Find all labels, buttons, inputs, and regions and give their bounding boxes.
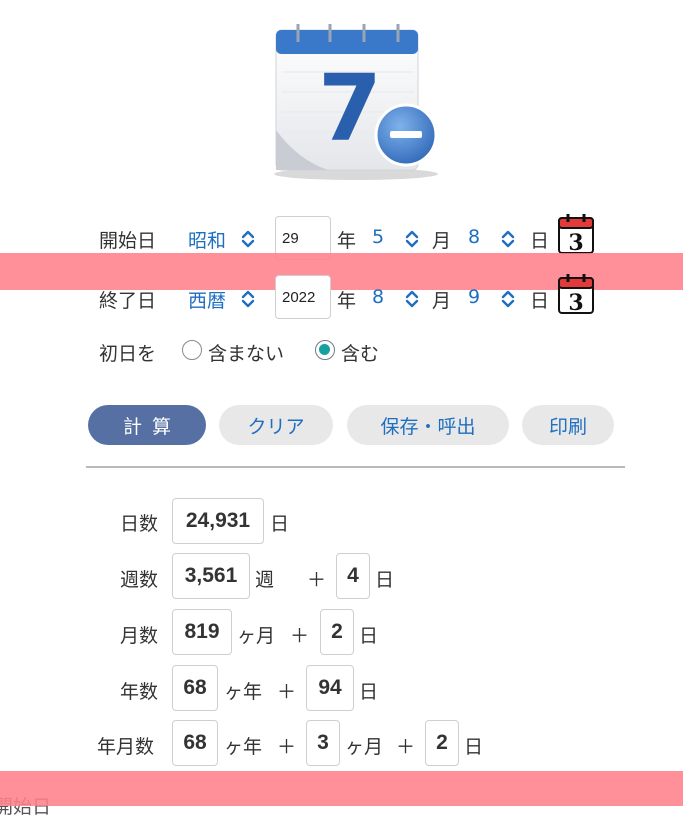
end-month-select[interactable]: 8 (370, 284, 426, 312)
end-era-value: 西暦 (188, 290, 227, 312)
chevron-updown-icon (405, 290, 419, 308)
ymd-plus-1: ＋ (277, 736, 297, 758)
end-month-value: 8 (372, 286, 385, 308)
ymd-days-box: 2 (425, 720, 459, 766)
end-day-value: 9 (468, 286, 481, 308)
start-year-unit: 年 (337, 230, 357, 252)
years-plus: ＋ (277, 681, 297, 703)
print-button[interactable]: 印刷 (522, 405, 614, 445)
ymd-months-box: 3 (306, 720, 340, 766)
svg-text:7: 7 (318, 55, 382, 162)
start-calendar-icon[interactable]: 3 (558, 214, 594, 256)
end-year-input[interactable]: 2022 (275, 275, 331, 319)
ymd-plus-2: ＋ (396, 736, 416, 758)
start-month-select[interactable]: 5 (370, 224, 426, 252)
start-month-value: 5 (372, 226, 385, 248)
start-era-select[interactable]: 昭和 (188, 224, 260, 252)
app-calendar-minus-icon: 7 (268, 20, 444, 182)
save-load-button[interactable]: 保存・呼出 (347, 405, 509, 445)
divider (86, 466, 625, 468)
days-value: 24,931 (185, 509, 251, 532)
ymd-label: 年月数 (97, 736, 155, 758)
start-day-unit: 日 (530, 230, 550, 252)
chevron-updown-icon (501, 290, 515, 308)
highlight-band-bottom (0, 771, 683, 806)
ymd-years-unit: ヶ年 (224, 736, 263, 758)
chevron-updown-icon (405, 230, 419, 248)
chevron-updown-icon (241, 290, 255, 308)
years-remainder: 94 (318, 676, 342, 699)
end-year-unit: 年 (337, 290, 357, 312)
years-remainder-unit: 日 (359, 681, 379, 703)
end-era-select[interactable]: 西暦 (188, 284, 260, 312)
end-day-select[interactable]: 9 (466, 284, 522, 312)
days-value-box: 24,931 (172, 498, 264, 544)
radio-exclude-first-day[interactable] (182, 340, 202, 360)
end-year-value: 2022 (282, 288, 316, 306)
start-day-value: 8 (468, 226, 481, 248)
weeks-value: 3,561 (184, 564, 238, 587)
months-unit: ヶ月 (237, 625, 276, 647)
ymd-years: 68 (183, 731, 207, 754)
end-calendar-icon[interactable]: 3 (558, 274, 594, 316)
start-date-label: 開始日 (99, 230, 157, 252)
weeks-remainder-unit: 日 (375, 569, 395, 591)
weeks-label: 週数 (120, 569, 159, 591)
days-unit: 日 (270, 513, 290, 535)
clear-button[interactable]: クリア (219, 405, 333, 445)
ymd-days-unit: 日 (464, 736, 484, 758)
years-unit: ヶ年 (224, 681, 263, 703)
years-value: 68 (183, 676, 207, 699)
months-plus: ＋ (290, 625, 310, 647)
end-date-label: 終了日 (99, 290, 157, 312)
first-day-label: 初日を (99, 343, 157, 365)
ymd-days: 2 (436, 731, 448, 754)
weeks-remainder-box: 4 (336, 553, 370, 599)
radio-include-label[interactable]: 含む (341, 339, 379, 366)
ymd-years-box: 68 (172, 720, 218, 766)
calculate-button[interactable]: 計算 (88, 405, 206, 445)
months-remainder-unit: 日 (359, 625, 379, 647)
calendar-icon-number: 3 (568, 290, 583, 314)
chevron-updown-icon (241, 230, 255, 248)
weeks-value-box: 3,561 (172, 553, 250, 599)
start-month-unit: 月 (432, 230, 452, 252)
start-year-value: 29 (282, 229, 299, 247)
years-remainder-box: 94 (306, 665, 354, 711)
months-value: 819 (184, 620, 220, 643)
weeks-plus: ＋ (307, 569, 327, 591)
end-month-unit: 月 (432, 290, 452, 312)
ymd-months-unit: ヶ月 (345, 736, 384, 758)
weeks-remainder: 4 (347, 564, 359, 587)
months-remainder-box: 2 (320, 609, 354, 655)
weeks-unit: 週 (255, 569, 275, 591)
days-label: 日数 (120, 513, 159, 535)
years-label: 年数 (120, 681, 159, 703)
years-value-box: 68 (172, 665, 218, 711)
ymd-months: 3 (317, 731, 329, 754)
months-remainder: 2 (331, 620, 343, 643)
radio-exclude-label[interactable]: 含まない (208, 339, 284, 366)
radio-include-first-day[interactable] (315, 340, 335, 360)
start-day-select[interactable]: 8 (466, 224, 522, 252)
months-label: 月数 (120, 625, 159, 647)
end-day-unit: 日 (530, 290, 550, 312)
calendar-icon-number: 3 (568, 230, 583, 254)
chevron-updown-icon (501, 230, 515, 248)
months-value-box: 819 (172, 609, 232, 655)
start-era-value: 昭和 (188, 230, 227, 252)
